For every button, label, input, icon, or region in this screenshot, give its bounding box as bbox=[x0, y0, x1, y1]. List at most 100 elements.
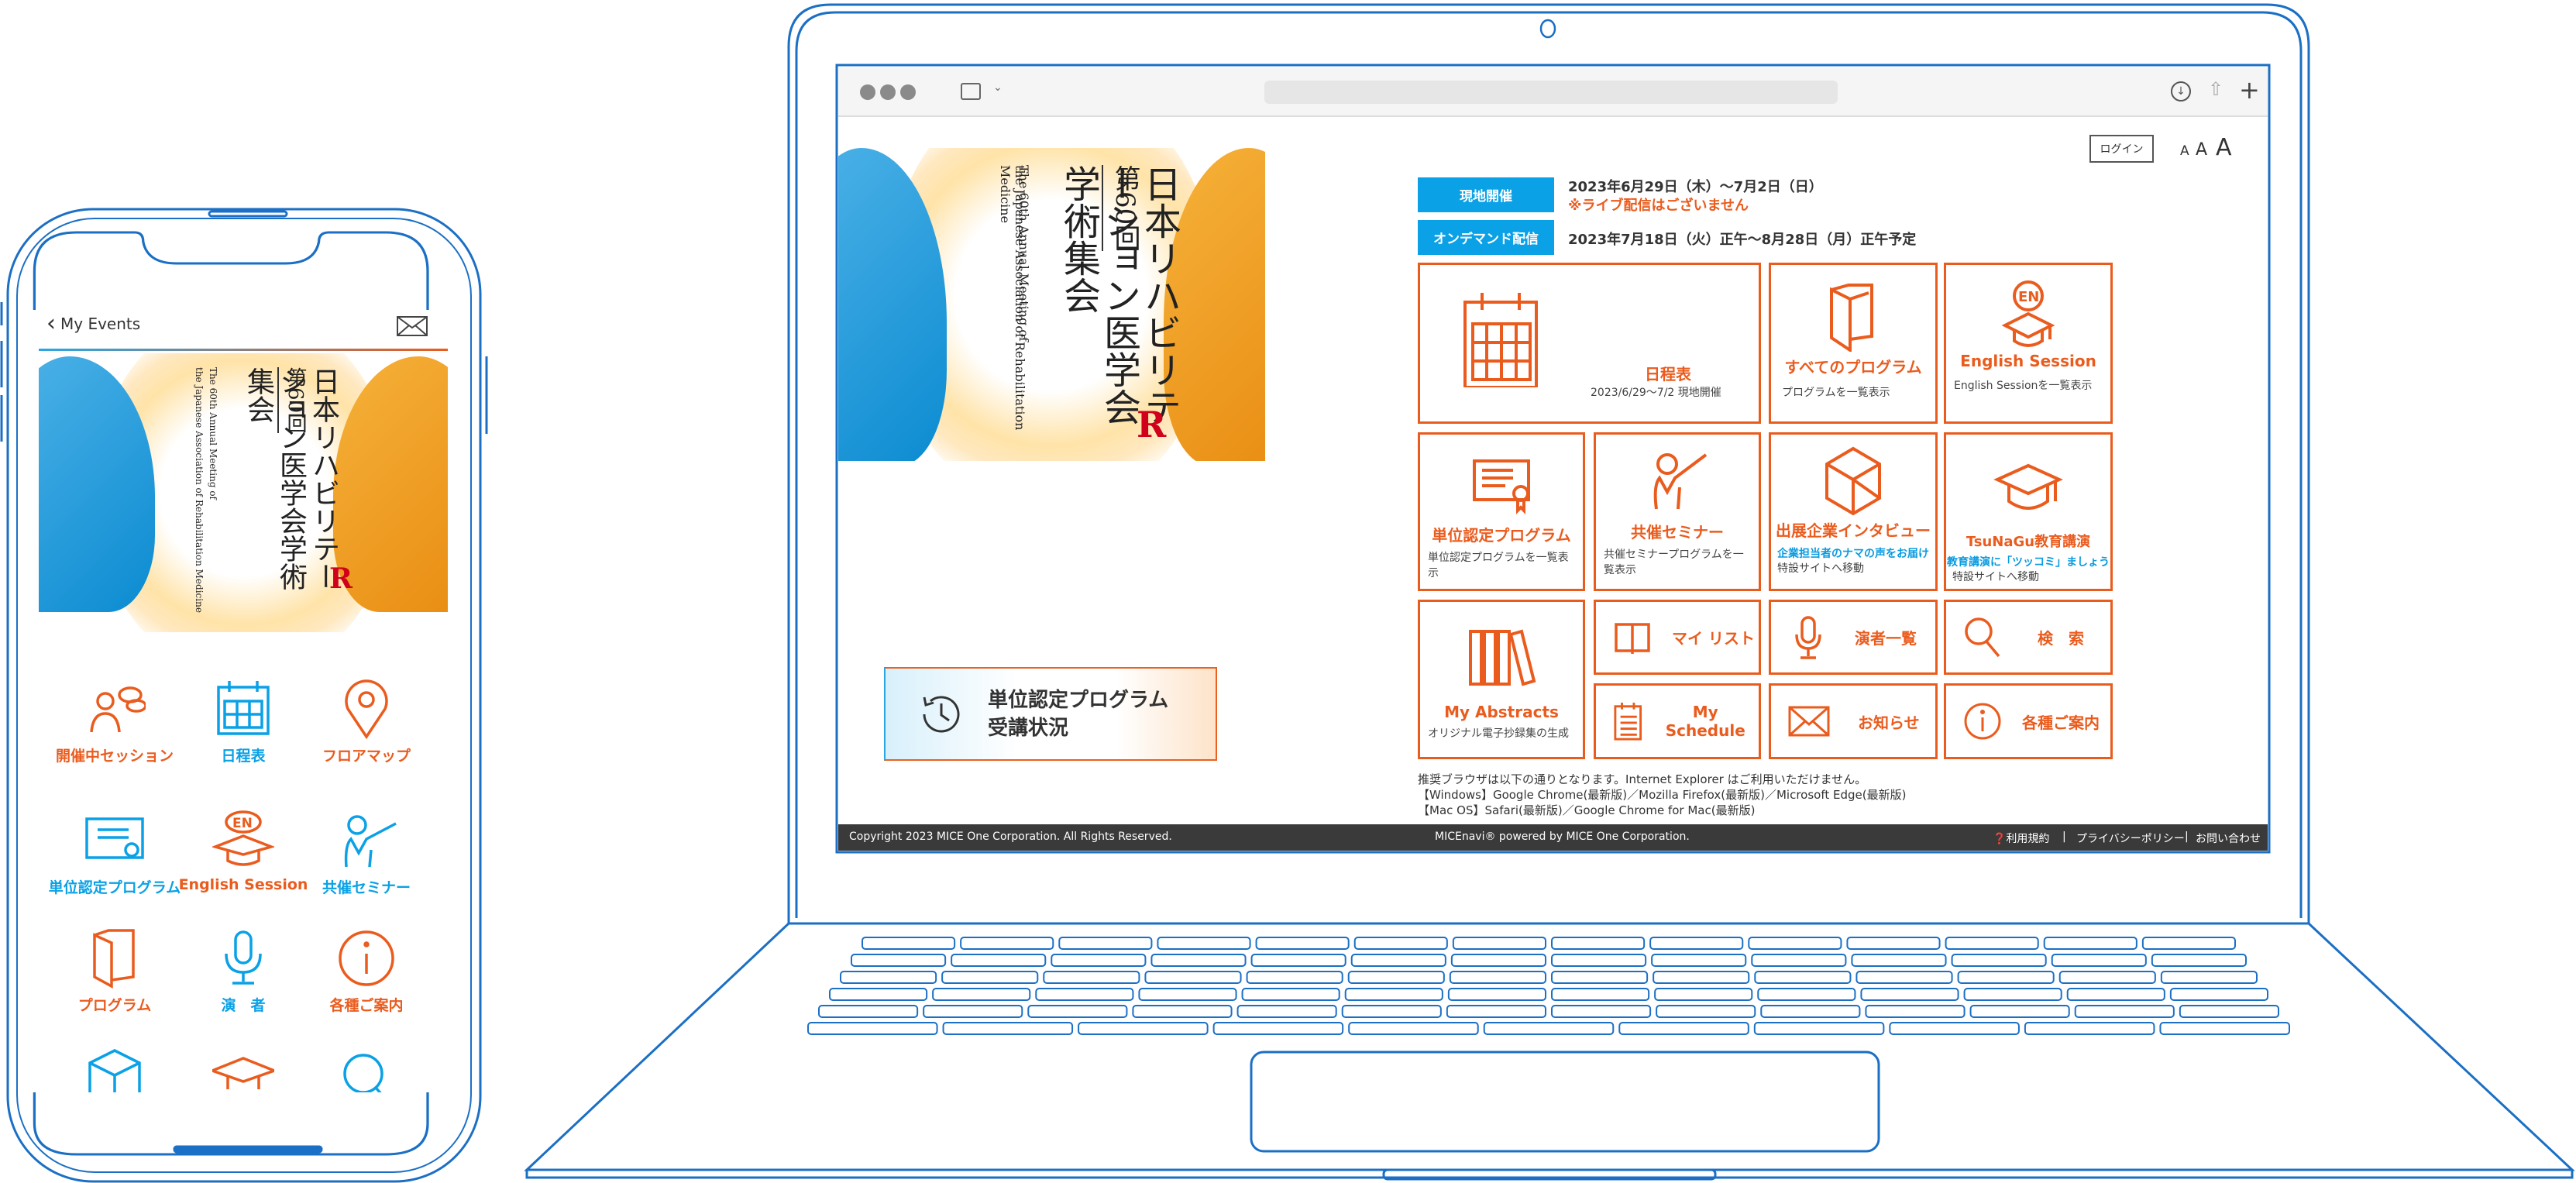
tile-search[interactable]: 検 索 bbox=[1944, 600, 2113, 675]
keyboard-key bbox=[862, 937, 956, 950]
keyboard-key bbox=[1618, 1022, 1749, 1035]
keyboard-key bbox=[1963, 988, 2062, 1001]
credit-status-button[interactable]: 単位認定プログラム 受講状況 bbox=[884, 667, 1217, 761]
tile-my-schedule[interactable]: My Schedule bbox=[1594, 683, 1761, 759]
book-icon bbox=[1830, 284, 1873, 353]
keyboard-key bbox=[1748, 937, 1842, 950]
mail-icon[interactable] bbox=[397, 316, 428, 336]
keyboard-key bbox=[1450, 954, 1547, 967]
keyboard-key bbox=[2159, 1022, 2291, 1035]
tile-title: English Session bbox=[1960, 352, 2096, 370]
tile-highlight: 教育講演に「ツッコミ」ましょう bbox=[1947, 556, 2110, 569]
keyboard-key bbox=[1250, 954, 1346, 967]
close-window-button[interactable] bbox=[860, 84, 875, 100]
app-menu-item[interactable]: プログラム bbox=[41, 927, 188, 1020]
tile-exhibitor-interview[interactable]: 出展企業インタビュー 企業担当者のナマの声をお届け 特設サイトへ移動 bbox=[1769, 432, 1938, 591]
tile-tsunagu[interactable]: TsuNaGu教育講演 教育講演に「ツッコミ」ましょう 特設サイトへ移動 bbox=[1944, 432, 2113, 591]
keyboard-key bbox=[1449, 971, 1547, 984]
calendar-icon bbox=[217, 681, 270, 735]
tile-credit-program[interactable]: 単位認定プログラム 単位認定プログラムを一覧表示 bbox=[1418, 432, 1585, 591]
back-to-my-events[interactable]: ‹ My Events bbox=[46, 310, 140, 337]
app-menu-item[interactable]: 共催セミナー bbox=[293, 810, 440, 903]
keyboard-key bbox=[1551, 988, 1650, 1001]
keyboard-key bbox=[960, 937, 1054, 950]
tile-title: My Schedule bbox=[1665, 703, 1745, 740]
back-label: My Events bbox=[60, 314, 141, 333]
keyboard-key bbox=[1348, 1022, 1479, 1035]
keyboard-key bbox=[807, 1022, 938, 1035]
tile-desc: 単位認定プログラムを一覧表示 bbox=[1428, 552, 1569, 579]
font-size-medium[interactable]: A bbox=[2196, 140, 2207, 160]
tile-guide[interactable]: 各種ご案内 bbox=[1944, 683, 2113, 759]
maximize-window-button[interactable] bbox=[900, 84, 916, 100]
keyboard-key bbox=[1447, 988, 1547, 1001]
font-size-large[interactable]: A bbox=[2216, 134, 2232, 161]
keyboard-key bbox=[1846, 937, 1941, 950]
event-banner: 第60回 日本リハビリテーション医学会学術集会 The 60th Annual … bbox=[838, 148, 1265, 461]
tile-title: 日程表 bbox=[1645, 365, 1691, 383]
event-banner: 第60回 日本リハビリテーション医学会学術集会 The 60th Annual … bbox=[39, 353, 448, 632]
english-cap-icon: EN bbox=[2001, 280, 2055, 347]
app-menu-item[interactable]: 各種ご案内 bbox=[293, 927, 440, 1020]
keyboard-key bbox=[1757, 988, 1856, 1001]
address-bar[interactable] bbox=[1264, 81, 1838, 104]
tile-my-list[interactable]: マイ リスト bbox=[1594, 600, 1761, 675]
app-menu-item[interactable]: フロアマップ bbox=[293, 678, 440, 771]
english-cap-icon: EN bbox=[212, 810, 274, 866]
tile-english-session[interactable]: EN English Session English Sessionを一覧表示 bbox=[1944, 263, 2113, 424]
banner-title-en-2: the Japanese Association of Rehabilitati… bbox=[998, 165, 1027, 431]
keyboard-key bbox=[1051, 954, 1147, 967]
info-icon bbox=[1964, 703, 2001, 740]
tile-title: My Abstracts bbox=[1444, 703, 1559, 721]
download-icon[interactable]: ↓ bbox=[2171, 81, 2191, 101]
status-button-line1: 単位認定プログラム bbox=[988, 688, 1169, 712]
tile-title: 演者一覧 bbox=[1855, 629, 1917, 648]
tile-title: お知らせ bbox=[1858, 713, 1920, 732]
minimize-window-button[interactable] bbox=[880, 84, 896, 100]
tile-desc: プログラムを一覧表示 bbox=[1782, 387, 1890, 399]
keyboard-key bbox=[1144, 971, 1242, 984]
tile-desc: 2023/6/29～7/2 現地開催 bbox=[1591, 387, 1721, 399]
presenter-icon bbox=[344, 815, 397, 868]
microphone-icon bbox=[1795, 615, 1821, 659]
laptop-base bbox=[524, 922, 2575, 1181]
login-button[interactable]: ログイン bbox=[2089, 135, 2154, 163]
tile-news[interactable]: お知らせ bbox=[1769, 683, 1938, 759]
tile-all-programs[interactable]: すべてのプログラム プログラムを一覧表示 bbox=[1769, 263, 1938, 424]
keyboard-key bbox=[942, 1022, 1074, 1035]
keyboard-key bbox=[1446, 1005, 1547, 1018]
keyboard-key bbox=[1353, 937, 1448, 950]
app-menu-item[interactable]: 開催中セッション bbox=[41, 678, 188, 771]
app-menu-label: 共催セミナー bbox=[322, 879, 411, 896]
tile-my-abstracts[interactable]: My Abstracts オリジナル電子抄録集の生成 bbox=[1418, 600, 1585, 759]
mail-icon bbox=[1788, 706, 1830, 737]
terms-link[interactable]: ❓利用規約 bbox=[1993, 831, 2049, 846]
no-live-notice: ※ライブ配信はございません bbox=[1568, 198, 1749, 214]
mobile-app-screen: ‹ My Events 第60回 日本リハビリテーション医学会学術集会 The 6… bbox=[31, 310, 456, 1092]
contact-link[interactable]: お問い合わせ bbox=[2196, 831, 2261, 846]
app-menu-item[interactable] bbox=[293, 1040, 440, 1092]
keyboard-key bbox=[840, 971, 937, 984]
note-line: 【Mac OS】Safari(最新版)／Google Chrome for Ma… bbox=[1418, 803, 1756, 817]
chevron-down-icon[interactable]: ⌄ bbox=[993, 81, 1003, 94]
book-icon bbox=[93, 929, 135, 989]
privacy-link[interactable]: プライバシーポリシー bbox=[2076, 831, 2185, 846]
keyboard-key bbox=[1058, 937, 1153, 950]
sidebar-icon[interactable] bbox=[961, 83, 981, 100]
footer-powered-by: MICEnavi® powered by MICE One Corporatio… bbox=[1435, 831, 1690, 843]
app-menu-label: プログラム bbox=[77, 997, 152, 1014]
keyboard-key bbox=[1483, 1022, 1615, 1035]
tile-cosponsored-seminar[interactable]: 共催セミナー 共催セミナープログラムを一覧表示 bbox=[1594, 432, 1761, 591]
app-menu-item[interactable]: 単位認定プログラム bbox=[41, 810, 188, 903]
tile-schedule[interactable]: 日程表 2023/6/29～7/2 現地開催 bbox=[1418, 263, 1761, 424]
certificate-icon bbox=[85, 817, 144, 859]
share-icon[interactable]: ⇧ bbox=[2208, 78, 2223, 100]
keyboard-key bbox=[1157, 937, 1251, 950]
tile-speakers[interactable]: 演者一覧 bbox=[1769, 600, 1938, 675]
trackpad bbox=[1250, 1051, 1880, 1153]
web-page: 第60回 日本リハビリテーション医学会学術集会 The 60th Annual … bbox=[838, 117, 2268, 824]
new-tab-icon[interactable]: + bbox=[2239, 75, 2260, 105]
font-size-small[interactable]: A bbox=[2180, 143, 2189, 159]
onsite-dates: 2023年6月29日（木）～7月2日（日） bbox=[1568, 179, 1823, 195]
app-menu-item[interactable] bbox=[41, 1040, 188, 1092]
